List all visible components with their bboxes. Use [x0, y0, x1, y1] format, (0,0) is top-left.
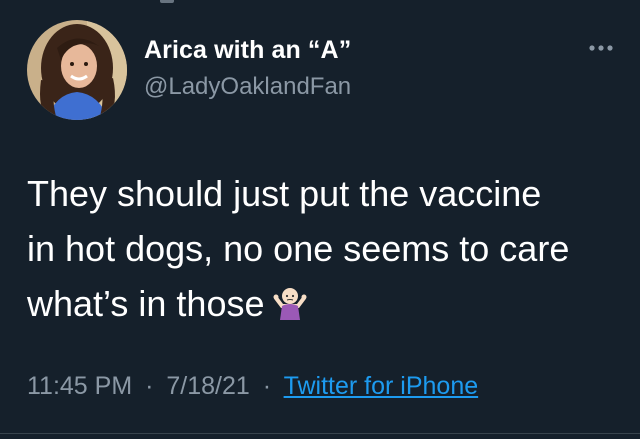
tweet-text-line-content: what’s in those: [27, 283, 265, 324]
tweet-text-line: what’s in those: [27, 276, 617, 331]
tweet-card: Arica with an “A” @LadyOaklandFan They s…: [0, 0, 640, 439]
tweet-date[interactable]: 7/18/21: [166, 372, 249, 400]
author-handle[interactable]: @LadyOaklandFan: [144, 73, 351, 101]
profile-photo-icon: [27, 20, 127, 120]
tweet-time[interactable]: 11:45 PM: [27, 372, 132, 400]
top-edge-fragment: [160, 0, 174, 3]
meta-separator: ·: [262, 372, 272, 400]
tweet-source-link[interactable]: Twitter for iPhone: [284, 372, 479, 400]
divider: [0, 433, 640, 434]
tweet-metadata: 11:45 PM · 7/18/21 · Twitter for iPhone: [27, 372, 478, 401]
more-options-button[interactable]: [585, 38, 617, 58]
avatar[interactable]: [27, 20, 127, 120]
more-options-icon: [589, 45, 613, 51]
tweet-text-line: in hot dogs, no one seems to care: [27, 228, 570, 269]
tweet-text: They should just put the vaccine in hot …: [27, 166, 617, 331]
author-display-name[interactable]: Arica with an “A”: [144, 36, 351, 65]
tweet-text-line: They should just put the vaccine: [27, 173, 542, 214]
person-shrugging-emoji-icon: [272, 284, 308, 320]
meta-separator: ·: [145, 372, 154, 400]
